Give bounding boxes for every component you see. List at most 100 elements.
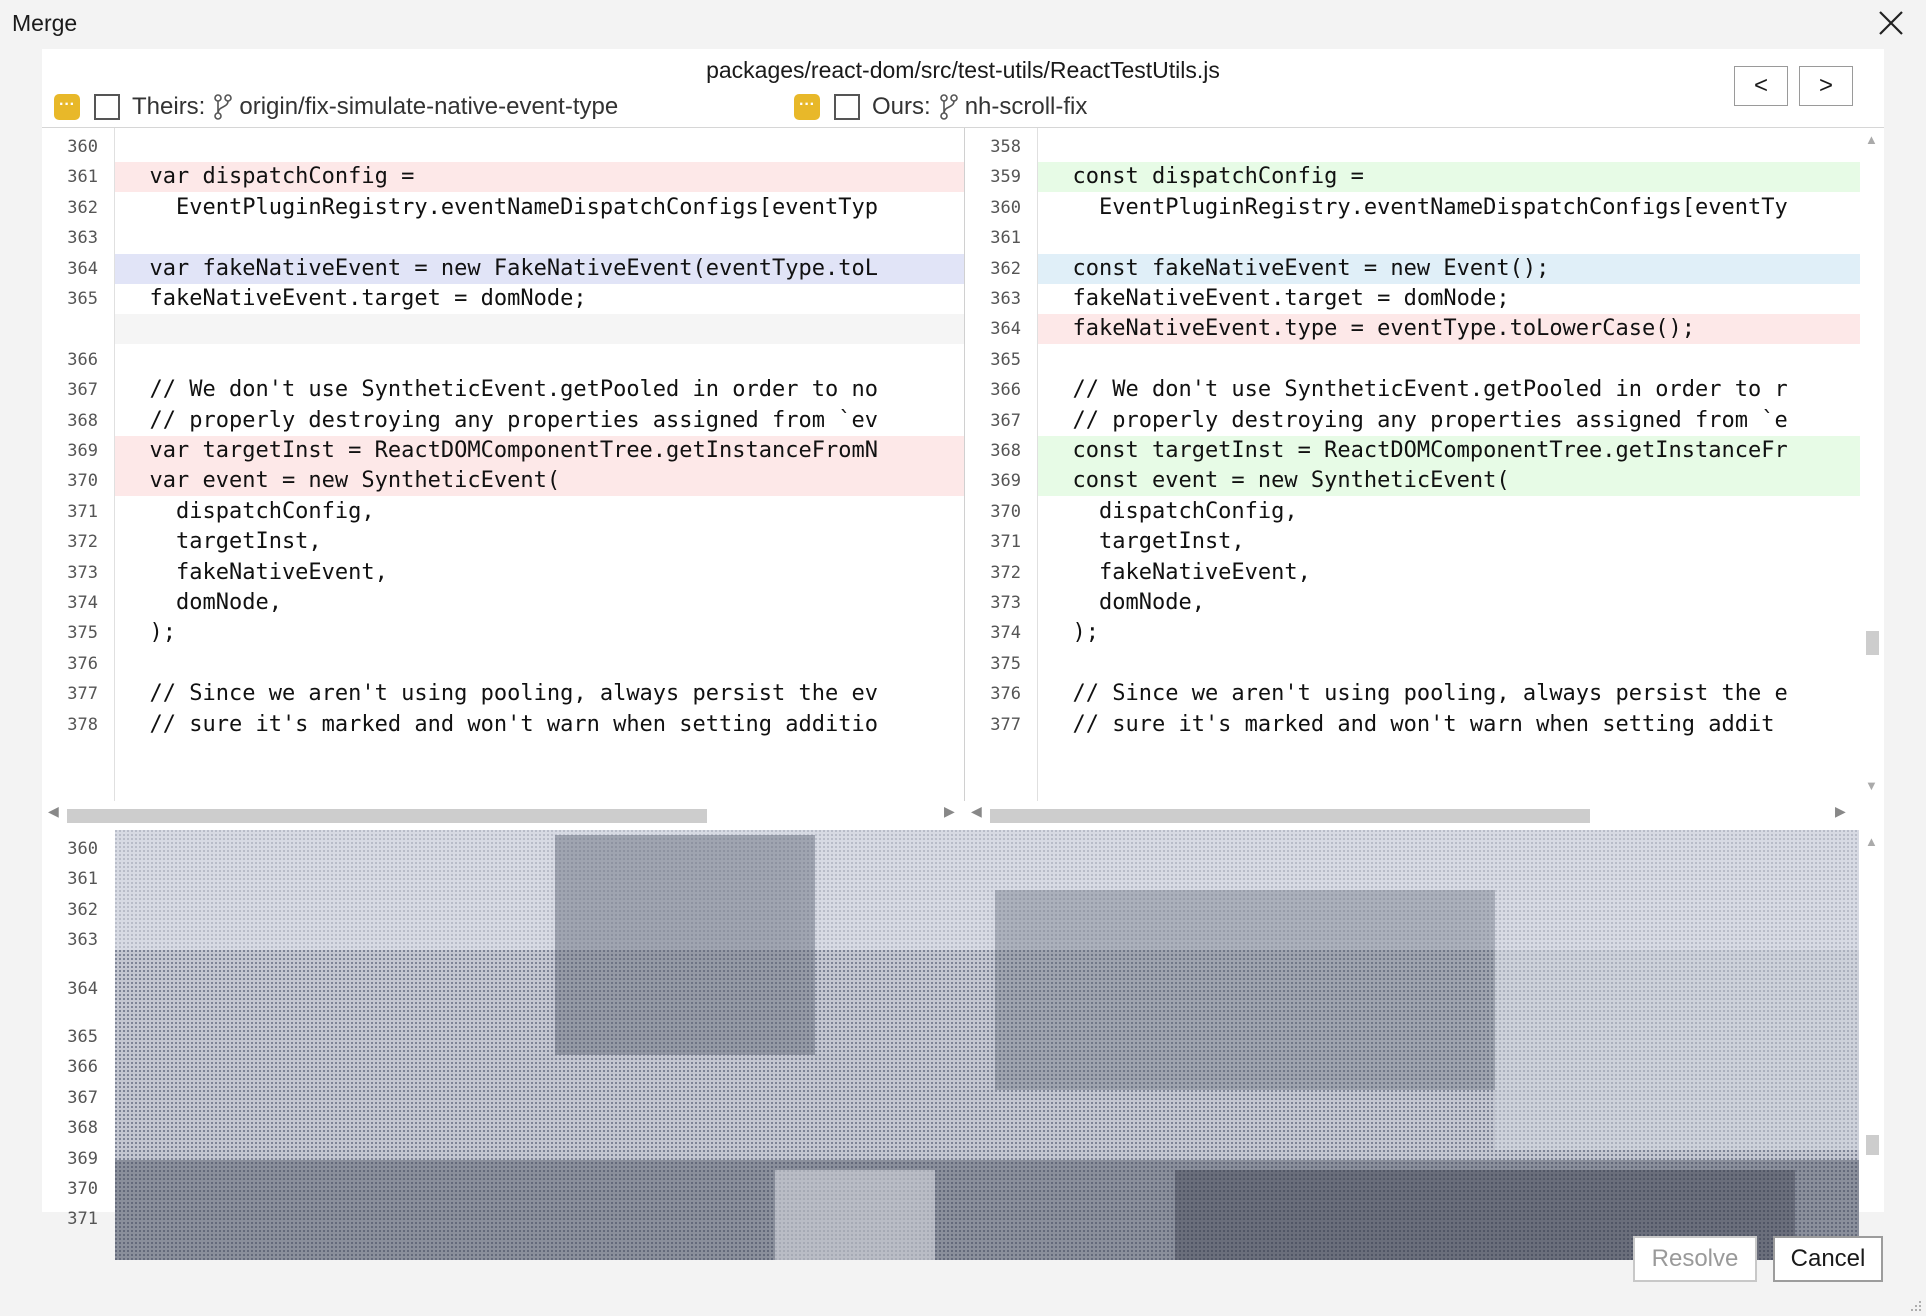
code-line[interactable]: // sure it's marked and won't warn when …: [115, 710, 964, 740]
line-number: 377: [67, 684, 98, 705]
conflict-more-icon[interactable]: ···: [794, 94, 820, 120]
code-line[interactable]: // sure it's marked and won't warn when …: [1038, 710, 1860, 740]
code-line[interactable]: var dispatchConfig =: [115, 162, 964, 193]
close-icon[interactable]: [1874, 6, 1908, 40]
line-number: 365: [990, 349, 1021, 370]
code-line[interactable]: [1038, 345, 1860, 375]
result-preview-image: [115, 830, 1859, 1260]
code-line[interactable]: targetInst,: [115, 527, 964, 557]
code-line[interactable]: fakeNativeEvent,: [1038, 558, 1860, 588]
code-line[interactable]: var event = new SyntheticEvent(: [115, 466, 964, 497]
ours-checkbox[interactable]: [834, 94, 860, 120]
code-line[interactable]: var fakeNativeEvent = new FakeNativeEven…: [115, 253, 964, 284]
ours-editor[interactable]: 358 359 360 361 362 363 364 365 366 367 368 369 370 3…: [965, 128, 1860, 801]
code-line[interactable]: // properly destroying any properties as…: [1038, 406, 1860, 436]
code-line[interactable]: // properly destroying any properties as…: [115, 406, 964, 436]
file-path: packages/react-dom/src/test-utils/ReactT…: [706, 57, 1220, 83]
theirs-editor[interactable]: 360 361 362 363 364 365 366 367 368 369 370 371 372 3…: [42, 128, 964, 801]
code-line[interactable]: const targetInst = ReactDOMComponentTree…: [1038, 436, 1860, 466]
code-line[interactable]: dispatchConfig,: [115, 497, 964, 527]
code-line[interactable]: [1038, 649, 1860, 679]
code-line[interactable]: [115, 314, 964, 345]
resize-grip-icon[interactable]: [1908, 1298, 1922, 1312]
line-number: 371: [67, 501, 98, 522]
scroll-down-arrow-icon[interactable]: ▼: [1865, 778, 1878, 793]
line-number: 367: [990, 410, 1021, 431]
code-line[interactable]: // We don't use SyntheticEvent.getPooled…: [1038, 375, 1860, 405]
code-line[interactable]: [115, 132, 964, 162]
line-number: 370: [67, 1179, 98, 1199]
code-line[interactable]: var targetInst = ReactDOMComponentTree.g…: [115, 436, 964, 466]
line-number: 362: [67, 197, 98, 218]
code-line[interactable]: EventPluginRegistry.eventNameDispatchCon…: [1038, 193, 1860, 223]
ours-gutter: 358 359 360 361 362 363 364 365 366 367 368 369 370 3…: [965, 128, 1038, 801]
code-line[interactable]: const dispatchConfig =: [1038, 162, 1860, 193]
code-line[interactable]: domNode,: [1038, 588, 1860, 618]
ours-branch: nh-scroll-fix: [964, 93, 1088, 120]
code-line[interactable]: fakeNativeEvent.target = domNode;: [1038, 284, 1860, 314]
code-line[interactable]: fakeNativeEvent,: [115, 558, 964, 588]
line-number: 360: [990, 197, 1021, 218]
branch-icon: [939, 94, 958, 120]
code-line[interactable]: // We don't use SyntheticEvent.getPooled…: [115, 375, 964, 405]
code-line[interactable]: domNode,: [115, 588, 964, 618]
code-line[interactable]: EventPluginRegistry.eventNameDispatchCon…: [115, 193, 964, 223]
code-line[interactable]: targetInst,: [1038, 527, 1860, 557]
scroll-thumb[interactable]: [990, 809, 1590, 823]
cancel-button[interactable]: Cancel: [1773, 1236, 1883, 1282]
scroll-right-arrow-icon[interactable]: ▶: [944, 803, 955, 820]
scroll-left-arrow-icon[interactable]: ◀: [971, 803, 982, 820]
theirs-horizontal-scrollbar[interactable]: ◀ ▶: [42, 801, 964, 829]
code-line[interactable]: dispatchConfig,: [1038, 497, 1860, 527]
line-number: 360: [67, 839, 98, 859]
code-line[interactable]: );: [1038, 618, 1860, 648]
line-number: 374: [990, 623, 1021, 644]
line-number: 369: [990, 471, 1021, 492]
line-number: 373: [67, 562, 98, 583]
ours-label: Ours:: [872, 93, 931, 120]
scroll-up-arrow-icon[interactable]: ▲: [1865, 834, 1878, 849]
code-line[interactable]: [115, 223, 964, 253]
resolve-button[interactable]: Resolve: [1633, 1236, 1757, 1282]
line-number: 361: [990, 228, 1021, 249]
line-number: 363: [67, 228, 98, 249]
prev-conflict-button[interactable]: <: [1734, 66, 1788, 106]
ours-code[interactable]: const dispatchConfig = EventPluginRegist…: [1038, 128, 1860, 801]
scroll-thumb[interactable]: [67, 809, 707, 823]
code-line[interactable]: const fakeNativeEvent = new Event();: [1038, 253, 1860, 284]
line-number: 378: [67, 714, 98, 735]
code-line[interactable]: fakeNativeEvent.target = domNode;: [115, 284, 964, 314]
code-line[interactable]: );: [115, 618, 964, 648]
conflict-more-icon[interactable]: ···: [54, 94, 80, 120]
line-number: 368: [67, 1118, 98, 1139]
code-line[interactable]: fakeNativeEvent.type = eventType.toLower…: [1038, 314, 1860, 345]
line-number: 366: [67, 1057, 98, 1078]
editor-vertical-scrollbar[interactable]: ▲ ▼: [1860, 128, 1884, 801]
code-line[interactable]: [1038, 223, 1860, 253]
result-vertical-scrollbar[interactable]: ▲ ▼: [1860, 830, 1884, 1260]
scroll-left-arrow-icon[interactable]: ◀: [48, 803, 59, 820]
code-line[interactable]: // Since we aren't using pooling, always…: [115, 679, 964, 709]
line-number: 375: [990, 653, 1021, 674]
line-number: 374: [67, 593, 98, 613]
line-number: 364: [67, 258, 98, 279]
title-bar: Merge: [0, 0, 1926, 48]
code-line[interactable]: // Since we aren't using pooling, always…: [1038, 679, 1860, 709]
line-number: 370: [990, 501, 1021, 522]
code-line[interactable]: [115, 649, 964, 679]
line-number: 365: [67, 289, 98, 309]
scroll-thumb[interactable]: [1866, 1135, 1879, 1155]
scroll-thumb[interactable]: [1866, 631, 1879, 655]
next-conflict-button[interactable]: >: [1799, 66, 1853, 106]
code-line[interactable]: const event = new SyntheticEvent(: [1038, 466, 1860, 497]
theirs-code[interactable]: var dispatchConfig = EventPluginRegistry…: [115, 128, 964, 801]
line-number: 362: [67, 899, 98, 920]
code-line[interactable]: [1038, 132, 1860, 162]
line-number: 375: [67, 623, 98, 644]
scroll-right-arrow-icon[interactable]: ▶: [1835, 803, 1846, 820]
theirs-checkbox[interactable]: [94, 94, 120, 120]
scroll-up-arrow-icon[interactable]: ▲: [1865, 132, 1878, 147]
ours-horizontal-scrollbar[interactable]: ◀ ▶: [965, 801, 1860, 829]
theirs-gutter: 360 361 362 363 364 365 366 367 368 369 370 371 372 3…: [42, 128, 115, 801]
code-line[interactable]: [115, 345, 964, 375]
